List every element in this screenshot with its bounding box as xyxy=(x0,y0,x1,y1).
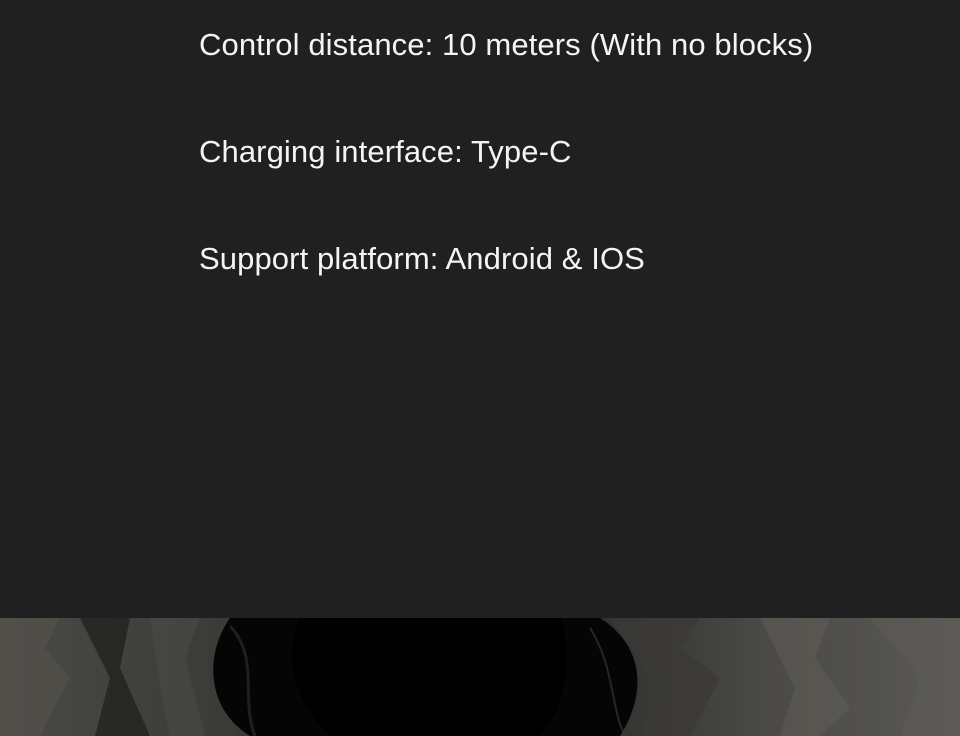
product-photo-banner xyxy=(0,618,960,736)
spec-charging-interface: Charging interface: Type-C xyxy=(199,134,572,169)
spec-support-platform: Support platform: Android & IOS xyxy=(199,241,645,276)
dark-rock-photo xyxy=(0,618,960,736)
spec-list: Control distance: 10 meters (With no blo… xyxy=(199,26,813,347)
spec-control-distance: Control distance: 10 meters (With no blo… xyxy=(199,27,814,62)
product-spec-panel: Control distance: 10 meters (With no blo… xyxy=(0,0,960,736)
